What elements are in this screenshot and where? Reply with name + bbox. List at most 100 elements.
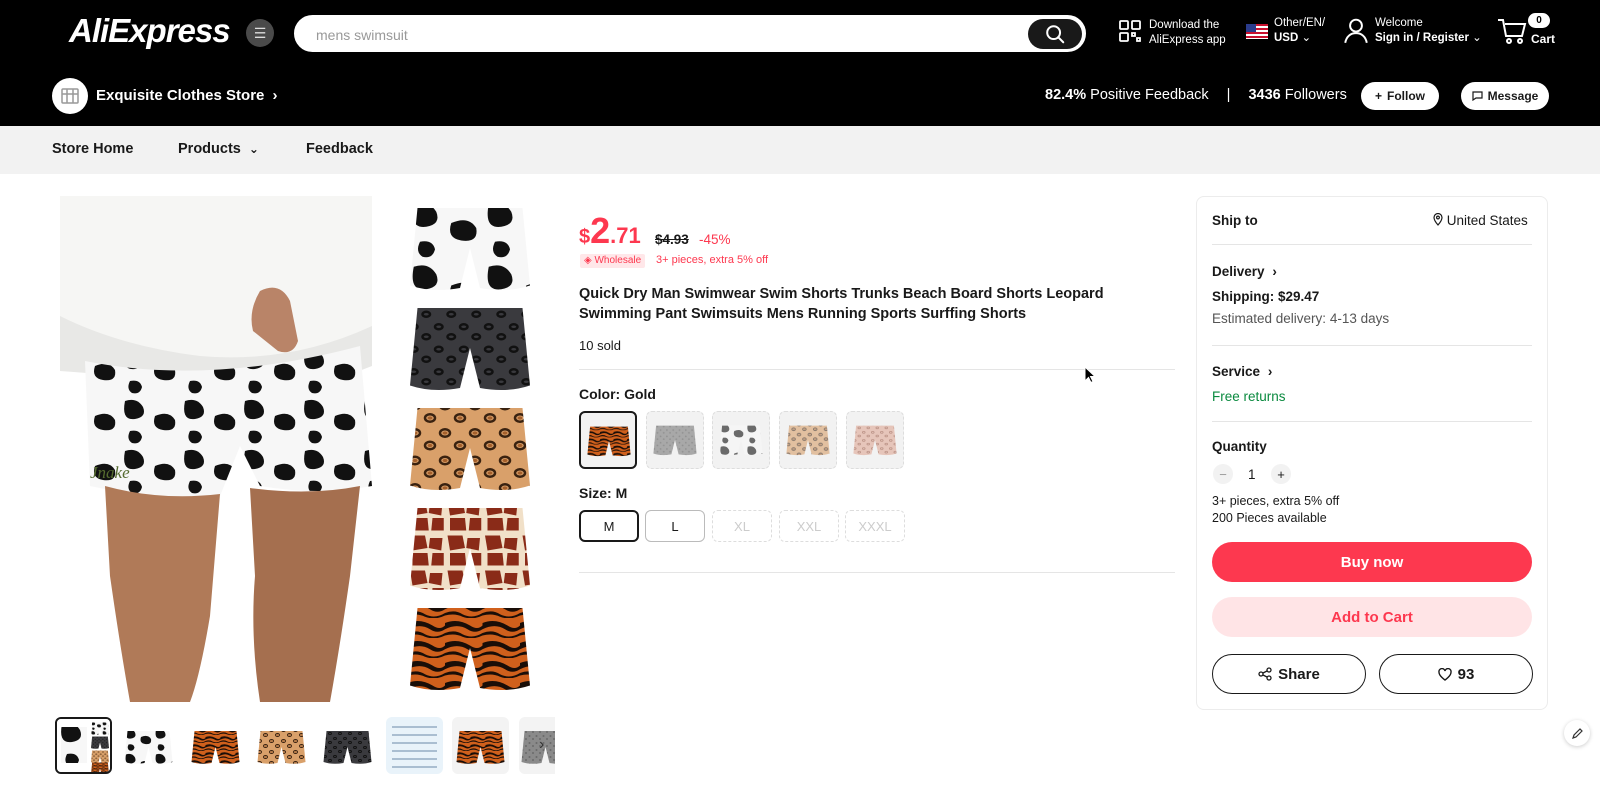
- delivery-label: Delivery: [1212, 264, 1265, 279]
- plus-icon: +: [1277, 466, 1285, 482]
- followers-label: Followers: [1284, 87, 1347, 103]
- price-integer: 2: [590, 210, 611, 251]
- quantity-increase-button[interactable]: +: [1271, 464, 1291, 484]
- minus-icon: −: [1219, 466, 1227, 482]
- divider: [1212, 421, 1532, 422]
- signin-link[interactable]: Sign in / Register: [1375, 32, 1469, 44]
- chevron-right-icon: ›: [1272, 264, 1277, 279]
- color-swatch-image: [786, 425, 830, 456]
- locale-line1: Other/EN/: [1274, 17, 1326, 29]
- chevron-down-icon: ⌄: [1472, 32, 1482, 44]
- size-chart-thumb: [392, 726, 437, 768]
- search-icon: [1046, 25, 1065, 44]
- color-option-leopard[interactable]: [779, 411, 837, 469]
- color-label: Color: Gold: [579, 386, 656, 402]
- store-name-link[interactable]: Exquisite Clothes Store ›: [96, 87, 278, 104]
- free-returns: Free returns: [1212, 389, 1286, 404]
- size-option-xl[interactable]: XL: [712, 510, 772, 542]
- size-option-l[interactable]: L: [645, 510, 705, 542]
- size-option-m[interactable]: M: [579, 510, 639, 542]
- delivery-link[interactable]: Delivery ›: [1212, 264, 1277, 279]
- nav-feedback[interactable]: Feedback: [306, 141, 373, 157]
- add-to-cart-button[interactable]: Add to Cart: [1212, 597, 1532, 637]
- share-label: Share: [1278, 665, 1320, 683]
- quantity-decrease-button[interactable]: −: [1213, 464, 1233, 484]
- sale-price: $2.71: [579, 210, 641, 252]
- share-button[interactable]: Share: [1212, 654, 1366, 694]
- original-price: $4.93: [655, 232, 689, 247]
- store-icon: [61, 88, 79, 104]
- edit-feedback-button[interactable]: [1564, 720, 1590, 746]
- product-photo: Jnake: [60, 196, 372, 702]
- buy-now-button[interactable]: Buy now: [1212, 542, 1532, 582]
- price-decimal: .71: [610, 223, 641, 248]
- est-label: Estimated delivery:: [1212, 311, 1327, 326]
- us-flag-icon: [1246, 24, 1268, 39]
- search-input[interactable]: [316, 23, 1006, 47]
- cart-icon: [1498, 19, 1527, 44]
- cart-label: Cart: [1531, 32, 1556, 46]
- ship-to-country[interactable]: United States: [1433, 212, 1528, 228]
- shorts-variants-image: [410, 208, 530, 690]
- variant-showcase: [395, 198, 545, 703]
- mouse-cursor-icon: [1084, 366, 1096, 384]
- location-pin-icon: [1433, 212, 1443, 226]
- chevron-down-icon: ⌄: [248, 142, 259, 156]
- user-icon: [1344, 18, 1368, 44]
- store-stats: 82.4% Positive Feedback | 3436 Followers: [1045, 87, 1347, 103]
- divider: [579, 572, 1175, 573]
- message-button[interactable]: Message: [1461, 82, 1549, 110]
- service-label: Service: [1212, 364, 1261, 379]
- chevron-right-icon[interactable]: ›: [539, 736, 544, 754]
- search-button[interactable]: [1028, 19, 1082, 49]
- color-swatch-image: [719, 425, 763, 456]
- currency-label: USD: [1274, 32, 1299, 44]
- product-title: Quick Dry Man Swimwear Swim Shorts Trunk…: [579, 286, 1104, 322]
- thumb-image: [191, 731, 240, 764]
- discount-percent: -45%: [699, 232, 731, 247]
- nav-store-home[interactable]: Store Home: [52, 141, 133, 157]
- thumbnail-1[interactable]: [55, 717, 112, 774]
- pieces-available: 200 Pieces available: [1212, 511, 1327, 525]
- download-line1: Download the: [1149, 19, 1220, 31]
- qr-code-icon: [1119, 20, 1141, 42]
- follow-label: Follow: [1387, 89, 1425, 103]
- wishlist-button[interactable]: 93: [1379, 654, 1533, 694]
- thumbnail-7[interactable]: [452, 717, 509, 774]
- size-option-xxxl[interactable]: XXXL: [845, 510, 905, 542]
- positive-feedback-label: Positive Feedback: [1090, 87, 1209, 103]
- shipping-cost: Shipping: $29.47: [1212, 289, 1320, 304]
- color-option-cow[interactable]: [712, 411, 770, 469]
- nav-products[interactable]: Products ⌄: [178, 141, 259, 157]
- thumbnail-4[interactable]: [253, 717, 310, 774]
- thumbnail-2[interactable]: [120, 717, 177, 774]
- store-logo[interactable]: [52, 78, 88, 114]
- follow-button[interactable]: + Follow: [1361, 82, 1439, 110]
- color-option-grey[interactable]: [646, 411, 704, 469]
- share-icon: [1258, 667, 1272, 681]
- price-currency: $: [579, 226, 591, 248]
- main-product-image[interactable]: Jnake: [60, 196, 372, 702]
- thumbnail-size-chart[interactable]: [386, 717, 443, 774]
- stats-separator: |: [1226, 87, 1231, 103]
- tag-icon: ◈: [584, 255, 592, 266]
- size-option-xxl[interactable]: XXL: [779, 510, 839, 542]
- color-swatch-image: [853, 425, 897, 456]
- thumbnail-5[interactable]: [319, 717, 376, 774]
- plus-icon: +: [1374, 89, 1382, 103]
- thumb-image: [257, 731, 306, 764]
- thumbnail-3[interactable]: [187, 717, 244, 774]
- service-link[interactable]: Service ›: [1212, 364, 1272, 379]
- chevron-right-icon: ›: [272, 87, 278, 104]
- color-option-pink[interactable]: [846, 411, 904, 469]
- est-value: 4-13 days: [1329, 311, 1390, 326]
- divider: [1212, 244, 1532, 245]
- quantity-value[interactable]: 1: [1248, 467, 1256, 482]
- download-line2: AliExpress app: [1149, 34, 1226, 46]
- thumb-image: [323, 731, 372, 764]
- heart-icon: [1437, 667, 1452, 681]
- category-menu-button[interactable]: ☰: [246, 19, 274, 47]
- aliexpress-logo[interactable]: AliExpress: [69, 12, 231, 50]
- color-option-gold[interactable]: [579, 411, 637, 469]
- thumbnail-8[interactable]: ›: [519, 717, 555, 774]
